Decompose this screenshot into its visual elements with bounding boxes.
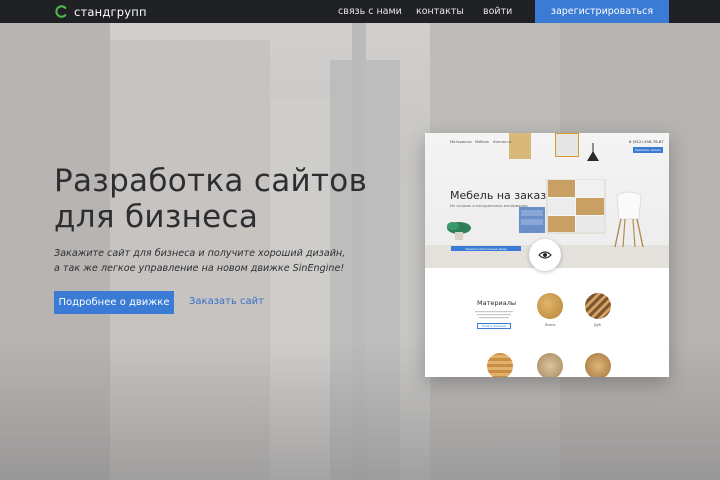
mockup-nav-item: Контакты <box>493 140 512 144</box>
nav-contacts[interactable]: контакты <box>416 6 464 17</box>
logo-c-icon <box>55 5 67 18</box>
mockup-nav-item: Материалы <box>450 140 472 144</box>
material-swatch <box>537 293 563 319</box>
hero-lead-line-1: Закажите сайт для бизнеса и получите хор… <box>54 248 346 259</box>
order-site-link[interactable]: Заказать сайт <box>189 296 264 307</box>
hero-headline-line-1: Разработка сайтов <box>54 163 368 199</box>
mockup-subtitle: Из лучших и натуральных материалов <box>450 203 528 208</box>
mockup-lamp-icon <box>587 143 599 161</box>
mockup-chair-illustration <box>614 191 644 248</box>
mockup-materials-title: Материалы <box>477 299 516 307</box>
nav-login[interactable]: войти <box>483 6 512 17</box>
register-button[interactable]: зарегистрироваться <box>535 0 669 23</box>
material-label: Ясень <box>545 323 556 327</box>
nav-contact-us[interactable]: связь с нами <box>338 6 402 17</box>
material-label: Дуб <box>594 323 601 327</box>
material-swatch <box>487 353 513 377</box>
hero-lead-line-2: а так же легкое управление на новом движ… <box>54 262 345 274</box>
logo[interactable]: стандгрупп <box>55 3 147 20</box>
hero-headline-line-2: для бизнеса <box>54 199 259 235</box>
material-swatch <box>537 353 563 377</box>
material-swatch <box>585 353 611 377</box>
mockup-wall-art <box>555 133 579 157</box>
mockup-materials-button: Узнать больше <box>477 323 511 329</box>
hero-headline: Разработка сайтов для бизнеса <box>54 163 367 235</box>
mockup-nav-item: Мебель <box>475 140 490 144</box>
mockup-materials-text <box>475 311 513 319</box>
engine-details-button[interactable]: Подробнее о движке <box>54 291 174 314</box>
mockup-shelf-illustration <box>519 179 606 234</box>
mockup-wall-art <box>509 133 531 159</box>
preview-eye-button[interactable] <box>529 239 561 271</box>
logo-text: стандгрупп <box>74 4 147 19</box>
website-mockup-preview: Материалы Мебель Контакты 8 (912) 456-78… <box>425 133 669 377</box>
hero-lead-text: Закажите сайт для бизнеса и получите хор… <box>54 247 364 276</box>
eye-icon <box>538 251 552 259</box>
material-swatch <box>585 293 611 319</box>
top-navigation-bar: стандгрупп связь с нами контакты войти з… <box>0 0 720 23</box>
mockup-title: Мебель на заказ <box>450 189 547 202</box>
mockup-plant-illustration <box>447 222 471 240</box>
mockup-cta-button: Заказать бесплатный замер <box>451 246 521 251</box>
mockup-phone: 8 (912) 456-78-87 <box>629 139 664 144</box>
mockup-callback-button: Заказать звонок <box>633 147 663 153</box>
